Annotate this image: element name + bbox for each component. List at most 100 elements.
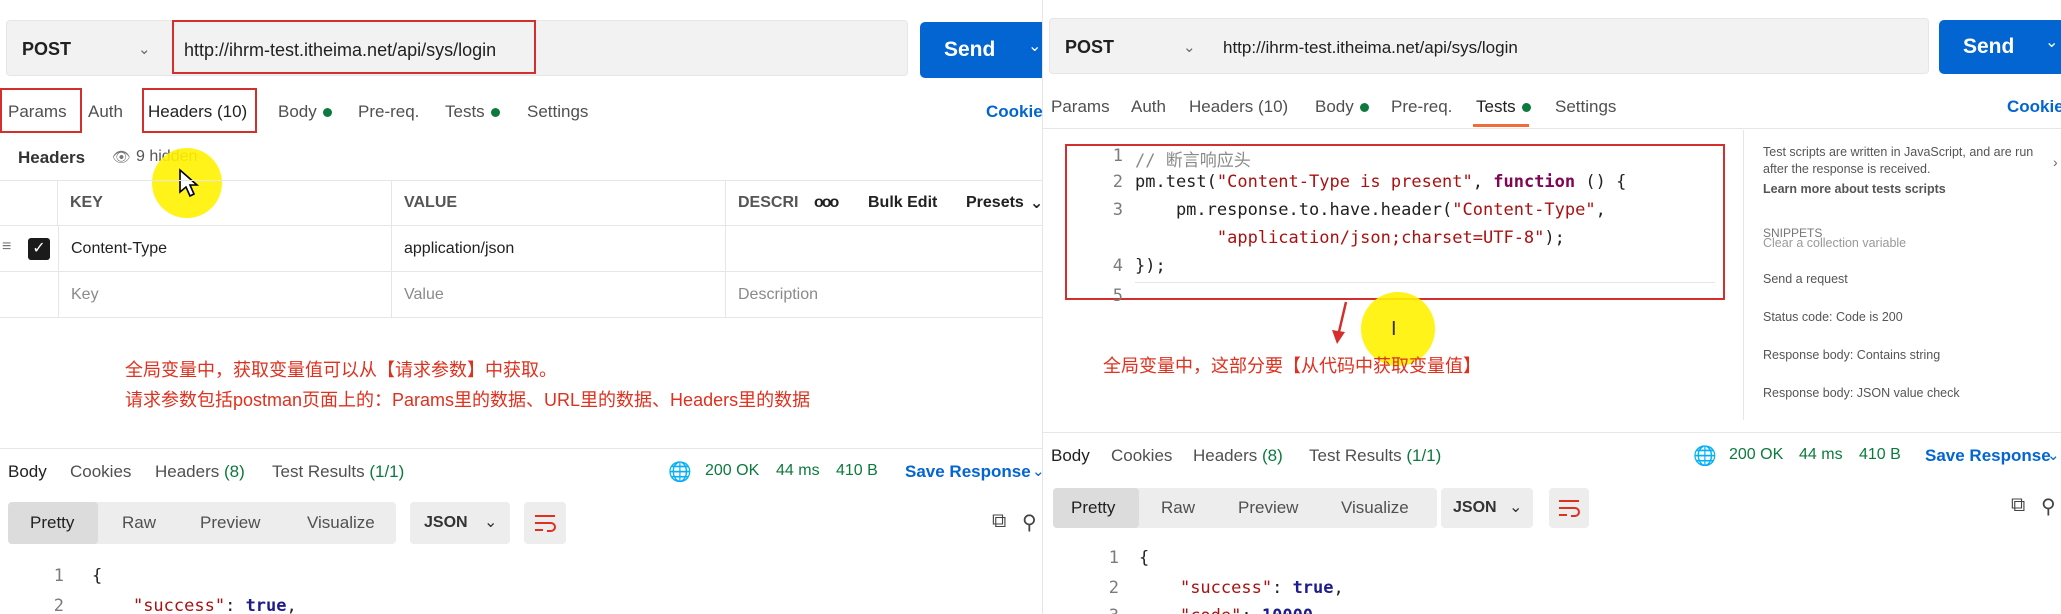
view-raw[interactable]: Raw [122, 513, 156, 533]
tab-headers[interactable]: Headers (10) [1189, 97, 1288, 117]
chevron-down-icon[interactable]: ⌄ [1028, 36, 1041, 56]
cookies-link[interactable]: Cookies [986, 102, 1042, 122]
send-button[interactable]: Send ⌄ [920, 22, 1042, 78]
tab-settings[interactable]: Settings [527, 102, 588, 122]
view-visualize[interactable]: Visualize [307, 513, 375, 533]
tab-body-label: Body [278, 102, 317, 121]
tab-body[interactable]: Body [278, 102, 332, 122]
view-preview[interactable]: Preview [1238, 498, 1298, 518]
presets-dropdown[interactable]: Presets ⌄ [954, 181, 1042, 225]
search-icon[interactable]: ⚲ [2041, 494, 2056, 519]
snippet-item[interactable]: Response body: Contains string [1763, 348, 1940, 362]
globe-icon[interactable]: 🌐 [1693, 444, 1717, 468]
method-select[interactable]: POST [1065, 37, 1114, 58]
text-cursor-icon: I [1391, 318, 1397, 340]
response-tab-cookies[interactable]: Cookies [1111, 446, 1172, 466]
tab-tests[interactable]: Tests [445, 102, 500, 122]
tab-params[interactable]: Params [1051, 97, 1110, 117]
search-icon[interactable]: ⚲ [1022, 510, 1037, 535]
response-tab-body[interactable]: Body [1051, 446, 1090, 466]
tab-body-label: Body [1315, 97, 1354, 116]
row-enabled-checkbox[interactable]: ✓ [28, 238, 50, 260]
line-number: 2 [1108, 578, 1119, 598]
response-tab-headers-label: Headers [155, 462, 220, 481]
tab-body[interactable]: Body [1315, 97, 1369, 117]
response-tab-body[interactable]: Body [8, 462, 47, 482]
row-value[interactable]: application/json [392, 226, 726, 271]
save-response-button[interactable]: Save Response [905, 462, 1031, 482]
line-number: 1 [53, 566, 64, 586]
snippet-item[interactable]: Clear a collection variable [1763, 236, 1906, 250]
json-end: , [1333, 578, 1344, 598]
new-description-input[interactable]: Description [726, 272, 1042, 317]
code-string: "Content-Type" [1452, 200, 1596, 220]
row-key[interactable]: Content-Type [58, 226, 392, 271]
more-options-icon[interactable]: ooo [802, 181, 852, 225]
snippet-item[interactable]: Status code: Code is 200 [1763, 310, 1903, 324]
response-tab-test-results[interactable]: Test Results (1/1) [1309, 446, 1441, 466]
send-label: Send [1963, 35, 2015, 58]
tests-info-text: Test scripts are written in JavaScript, … [1763, 145, 2034, 176]
tab-pre-request[interactable]: Pre-req. [1391, 97, 1452, 117]
tab-tests-label: Tests [445, 102, 485, 121]
annotation-note-line1: 全局变量中，获取变量值可以从【请求参数】中获取。 [125, 360, 557, 380]
tab-auth[interactable]: Auth [88, 102, 123, 122]
method-select[interactable]: POST [22, 39, 71, 60]
collapse-panel-icon[interactable]: › [2053, 154, 2058, 170]
wrap-lines-button[interactable] [1549, 488, 1589, 528]
json-value: true [245, 596, 287, 614]
format-select[interactable]: JSON ⌄ [410, 502, 510, 544]
cookies-link[interactable]: Cookies [2007, 97, 2061, 117]
editor-line-separator [1135, 282, 1715, 283]
learn-more-link[interactable]: Learn more about tests scripts [1763, 182, 1946, 196]
code-string: "application/json;charset=UTF-8" [1216, 228, 1545, 248]
response-tab-headers[interactable]: Headers (8) [155, 462, 245, 482]
eye-icon[interactable]: 👁 [112, 148, 131, 166]
line-number: 1 [1112, 146, 1123, 166]
save-response-button[interactable]: Save Response [1925, 446, 2051, 466]
right-postman-window: POST ⌄ http://ihrm-test.itheima.net/api/… [1042, 0, 2061, 614]
annotation-box-url [172, 20, 536, 74]
tab-pre-request[interactable]: Pre-req. [358, 102, 419, 122]
view-raw[interactable]: Raw [1161, 498, 1195, 518]
response-tab-test-results[interactable]: Test Results (1/1) [272, 462, 404, 482]
chevron-down-icon[interactable]: ⌄ [2047, 446, 2060, 464]
tab-auth[interactable]: Auth [1131, 97, 1166, 117]
response-size: 410 B [1859, 446, 1901, 463]
headers-table-header: KEY VALUE DESCRI ooo Bulk Edit Presets ⌄ [0, 180, 1042, 226]
chevron-down-icon[interactable]: ⌄ [1183, 38, 1196, 56]
column-key: KEY [58, 181, 392, 225]
annotation-box-headers [142, 88, 257, 133]
new-key-input[interactable]: Key [58, 272, 392, 317]
snippet-item[interactable]: Response body: JSON value check [1763, 386, 1960, 400]
send-button[interactable]: Send ⌄ [1939, 20, 2061, 74]
json-sep: : [1241, 606, 1261, 614]
format-select[interactable]: JSON ⌄ [1441, 488, 1533, 528]
copy-icon[interactable]: ⧉ [992, 510, 1006, 533]
chevron-down-icon[interactable]: ⌄ [2045, 32, 2058, 52]
globe-icon[interactable]: 🌐 [668, 460, 692, 484]
drag-handle-icon[interactable]: ≡ [2, 238, 11, 256]
new-value-input[interactable]: Value [392, 272, 726, 317]
tab-tests-label: Tests [1476, 97, 1516, 116]
copy-icon[interactable]: ⧉ [2011, 494, 2025, 517]
tab-settings[interactable]: Settings [1555, 97, 1616, 117]
url-input[interactable]: http://ihrm-test.itheima.net/api/sys/log… [1223, 38, 1518, 58]
chevron-down-icon[interactable]: ⌄ [1032, 462, 1042, 480]
row-description[interactable] [726, 226, 1042, 271]
status-dot-icon [1359, 103, 1369, 113]
view-pretty[interactable]: Pretty [30, 513, 74, 533]
response-tab-cookies[interactable]: Cookies [70, 462, 131, 482]
wrap-lines-button[interactable] [524, 502, 566, 544]
snippet-item[interactable]: Send a request [1763, 272, 1848, 286]
view-pretty[interactable]: Pretty [1071, 498, 1115, 518]
code-part: , [1472, 172, 1494, 192]
code-line: pm.response.to.have.header("Content-Type… [1135, 200, 1606, 220]
bulk-edit-button[interactable]: Bulk Edit [856, 181, 946, 225]
status-dot-icon [322, 108, 332, 118]
chevron-down-icon[interactable]: ⌄ [138, 40, 151, 58]
view-visualize[interactable]: Visualize [1341, 498, 1409, 518]
tab-tests[interactable]: Tests [1476, 97, 1531, 117]
response-tab-headers[interactable]: Headers (8) [1193, 446, 1283, 466]
view-preview[interactable]: Preview [200, 513, 260, 533]
